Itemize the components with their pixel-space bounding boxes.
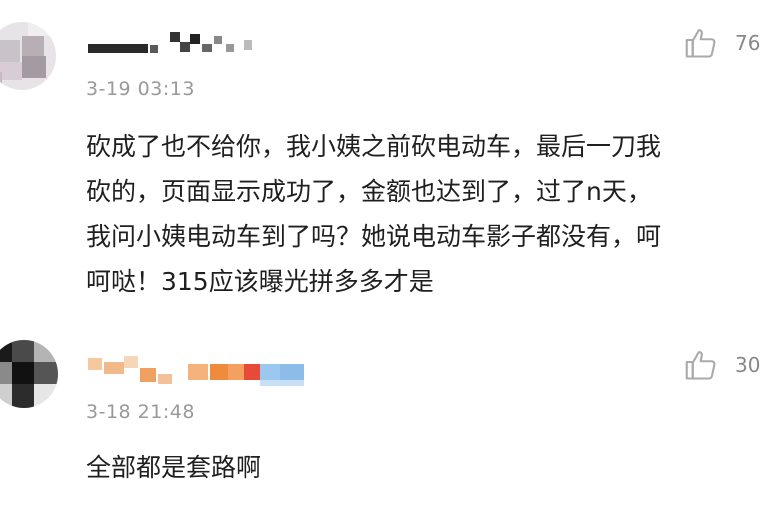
avatar[interactable]	[0, 22, 56, 90]
comment-list: 3-19 03:13 76 砍成了也不给你，我小姨之前砍电动车，最后一刀我 砍的…	[0, 0, 768, 510]
comment-body-line: 我问小姨电动车到了吗？她说电动车影子都没有，呵	[86, 222, 662, 251]
comment-body-line: 砍成了也不给你，我小姨之前砍电动车，最后一刀我	[86, 132, 662, 161]
comment-body-line: 全部都是套路啊	[86, 453, 262, 482]
thumbs-up-icon	[685, 351, 716, 380]
comment-body: 全部都是套路啊	[86, 445, 261, 490]
avatar[interactable]	[0, 340, 58, 408]
like-count: 76	[735, 31, 761, 55]
comment-body-line: 砍的，页面显示成功了，金额也达到了，过了n天，	[86, 177, 652, 206]
comment-timestamp: 3-19 03:13	[86, 78, 195, 100]
like-button[interactable]: 30	[683, 345, 760, 385]
like-count: 30	[735, 353, 761, 377]
thumbs-up-icon	[685, 29, 716, 58]
comment-timestamp: 3-18 21:48	[86, 401, 195, 423]
username[interactable]	[88, 30, 268, 56]
comment-body: 砍成了也不给你，我小姨之前砍电动车，最后一刀我 砍的，页面显示成功了，金额也达到…	[86, 124, 661, 304]
like-button[interactable]: 76	[683, 23, 760, 63]
username[interactable]	[88, 354, 328, 386]
comment-body-line: 呵哒！315应该曝光拼多多才是	[86, 267, 434, 296]
comment-item: 3-19 03:13 76 砍成了也不给你，我小姨之前砍电动车，最后一刀我 砍的…	[0, 0, 768, 330]
comment-item: 3-18 21:48 全部都是套路啊	[0, 330, 768, 510]
